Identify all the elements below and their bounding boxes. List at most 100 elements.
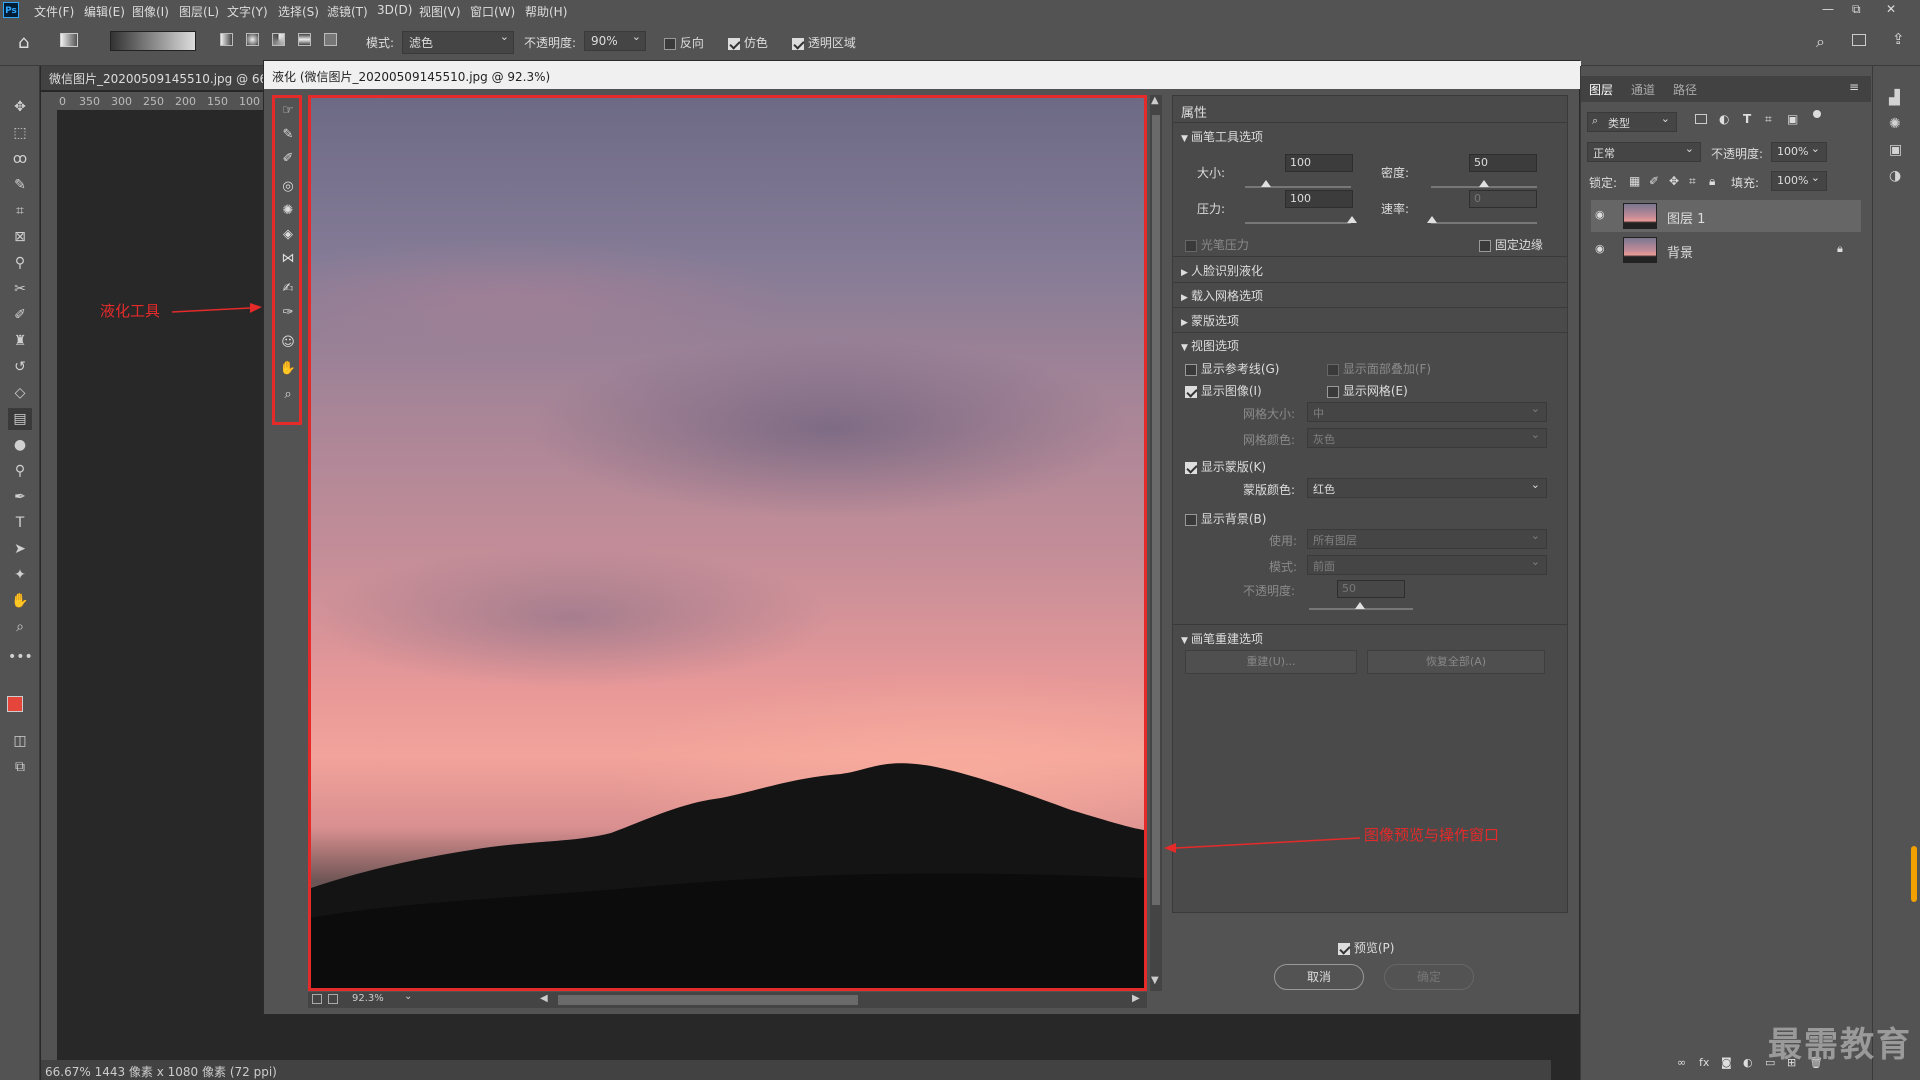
stylus-pressure-checkbox[interactable]: 光笔压力 [1185,236,1249,253]
visibility-eye-icon[interactable]: ◉ [1595,242,1605,255]
histogram-icon[interactable]: ▟ [1889,90,1900,106]
face-tool-icon[interactable]: ☺ [277,332,299,354]
dither-checkbox[interactable]: 仿色 [728,34,768,51]
layer-opacity-input[interactable]: 100% [1771,142,1827,162]
foreground-color-swatch[interactable] [7,696,23,712]
tab-paths[interactable]: 路径 [1673,81,1697,98]
preview-checkbox[interactable]: 预览(P) [1338,939,1394,956]
scroll-up-icon[interactable]: ▲ [1151,95,1159,106]
size-input[interactable]: 100 [1285,154,1353,172]
reconstruct-button[interactable]: 重建(U)... [1185,650,1357,674]
fill-input[interactable]: 100% [1771,171,1827,191]
rate-input[interactable]: 0 [1469,190,1537,208]
transparency-checkbox[interactable]: 透明区域 [792,34,856,51]
blend-mode-select[interactable]: 正常 [1587,142,1701,162]
layer-filter-select[interactable]: 类型 [1587,112,1677,132]
zoom-tool-icon[interactable]: ⌕ [277,384,299,406]
filter-toggle-icon[interactable] [1813,110,1821,118]
zoom-dropdown-icon[interactable]: ⌄ [404,991,412,1002]
menu-layer[interactable]: 图层(L) [179,3,219,20]
gradient-picker[interactable] [110,31,196,51]
quick-select-tool-icon[interactable]: ✎ [8,174,32,196]
restore-button[interactable]: ⧉ [1852,2,1861,17]
visibility-eye-icon[interactable]: ◉ [1595,208,1605,221]
thaw-mask-tool-icon[interactable]: ✑ [277,302,299,324]
backdrop-opacity-thumb[interactable] [1355,602,1365,609]
tab-layers[interactable]: 图层 [1589,81,1613,98]
menu-select[interactable]: 选择(S) [278,3,319,20]
lock-artboard-icon[interactable]: ⌗ [1689,174,1696,189]
more-tools-icon[interactable]: ••• [8,646,33,668]
use-select[interactable]: 所有图层 [1307,529,1547,549]
load-mesh-section[interactable]: ▶ 载入网格选项 [1181,287,1263,304]
pressure-slider-thumb[interactable] [1347,216,1357,223]
eyedropper-tool-icon[interactable]: ⚲ [8,252,32,274]
quick-mask-icon[interactable]: ◫ [8,730,32,752]
pucker-tool-icon[interactable]: ✺ [277,200,299,222]
dodge-tool-icon[interactable]: ⚲ [8,460,32,482]
lasso-tool-icon[interactable]: ꝏ [8,148,32,170]
angle-gradient-icon[interactable] [272,33,285,46]
menu-file[interactable]: 文件(F) [34,3,74,20]
menu-filter[interactable]: 滤镜(T) [327,3,368,20]
forward-warp-tool-icon[interactable]: ☞ [277,100,299,122]
show-mesh-checkbox[interactable]: 显示网格(E) [1327,382,1408,399]
workspace-icon[interactable] [1852,34,1866,46]
hscroll-thumb[interactable] [558,995,858,1005]
filter-type-icon[interactable]: T [1743,112,1751,126]
scroll-down-icon[interactable]: ▼ [1151,975,1159,986]
fx-icon[interactable]: fx [1699,1056,1709,1069]
rate-slider-thumb[interactable] [1427,216,1437,223]
eraser-tool-icon[interactable]: ◇ [8,382,32,404]
menu-help[interactable]: 帮助(H) [525,3,567,20]
menu-3d[interactable]: 3D(D) [377,3,412,17]
pin-edges-checkbox[interactable]: 固定边缘 [1479,236,1543,253]
mesh-color-select[interactable]: 灰色 [1307,428,1547,448]
close-button[interactable]: ✕ [1886,2,1896,16]
stamp-tool-icon[interactable]: ♜ [8,330,32,352]
link-layers-icon[interactable]: ∞ [1677,1056,1686,1069]
side-scroll-indicator[interactable] [1911,846,1917,902]
preview-vertical-scrollbar[interactable]: ▲ ▼ [1150,95,1162,991]
lock-pixels-icon[interactable]: ✐ [1649,174,1659,188]
reconstruct-tool-icon[interactable]: ✎ [277,124,299,146]
healing-tool-icon[interactable]: ✂ [8,278,32,300]
pen-tool-icon[interactable]: ✒ [8,486,32,508]
lock-all-icon[interactable]: 🔒︎ [1709,174,1715,189]
navigator-icon[interactable]: ✺ [1889,116,1901,132]
document-tab[interactable]: 微信图片_20200509145510.jpg @ 66 [41,66,266,90]
radial-gradient-icon[interactable] [246,33,259,46]
show-guides-checkbox[interactable]: 显示参考线(G) [1185,360,1280,377]
hand-tool-icon[interactable]: ✋ [8,590,32,612]
view-options-section[interactable]: ▼ 视图选项 [1181,337,1239,354]
adjustment-layer-icon[interactable]: ◐ [1743,1056,1753,1069]
density-input[interactable]: 50 [1469,154,1537,172]
gradient-preset-icon[interactable] [60,33,78,47]
pressure-input[interactable]: 100 [1285,190,1353,208]
filter-adjust-icon[interactable]: ◐ [1719,112,1729,126]
smooth-tool-icon[interactable]: ✐ [277,148,299,170]
menu-edit[interactable]: 编辑(E) [84,3,125,20]
libraries-icon[interactable]: ▣ [1889,142,1902,158]
adjustments-icon[interactable]: ◑ [1889,168,1901,184]
face-aware-section[interactable]: ▶ 人脸识别液化 [1181,262,1263,279]
filter-smart-icon[interactable]: ▣ [1787,112,1798,126]
zoom-tool-icon[interactable]: ⌕ [8,616,32,638]
filter-shape-icon[interactable]: ⌗ [1765,112,1772,127]
show-mask-checkbox[interactable]: 显示蒙版(K) [1185,458,1266,475]
path-select-icon[interactable]: ➤ [8,538,32,560]
push-left-tool-icon[interactable]: ⋈ [277,248,299,270]
restore-all-button[interactable]: 恢复全部(A) [1367,650,1545,674]
density-slider-thumb[interactable] [1479,180,1489,187]
twirl-tool-icon[interactable]: ◎ [277,176,299,198]
cancel-button[interactable]: 取消 [1274,964,1364,990]
reflected-gradient-icon[interactable] [298,33,311,46]
filter-pixel-icon[interactable] [1695,114,1707,124]
bloat-tool-icon[interactable]: ◈ [277,224,299,246]
home-icon[interactable]: ⌂ [18,32,29,53]
mask-color-select[interactable]: 红色 [1307,478,1547,498]
lock-position-icon[interactable]: ✥ [1669,174,1679,188]
crop-tool-icon[interactable]: ⌗ [8,200,32,222]
screen-mode-icon[interactable]: ⧉ [8,756,32,778]
share-icon[interactable]: ⇪ [1892,30,1905,48]
